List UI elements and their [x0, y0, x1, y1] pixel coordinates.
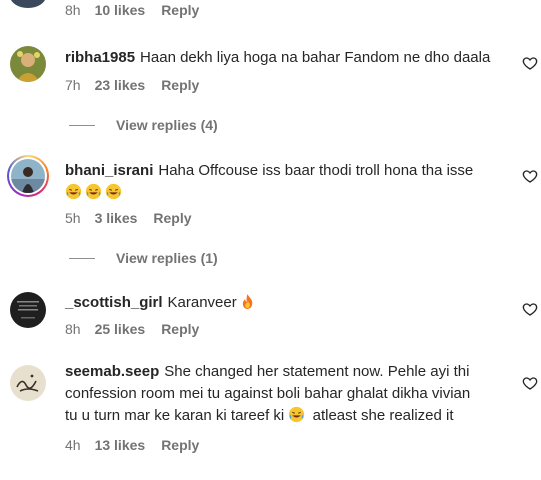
heart-outline-icon[interactable] — [522, 375, 538, 391]
view-replies-button[interactable]: View replies (1) — [69, 250, 218, 266]
comment-meta: 5h 3 likes Reply — [65, 210, 192, 226]
comment-time[interactable]: 4h — [65, 437, 81, 453]
avatar[interactable] — [10, 292, 46, 328]
comment-username[interactable]: seemab.seep — [65, 363, 159, 380]
heart-outline-icon[interactable] — [522, 301, 538, 317]
comment-likes[interactable]: 10 likes — [95, 2, 146, 18]
comment-time[interactable]: 8h — [65, 321, 81, 337]
comment-likes[interactable]: 25 likes — [95, 321, 146, 337]
reply-button[interactable]: Reply — [161, 77, 199, 93]
comment-meta: 8h 10 likes Reply — [65, 2, 199, 18]
comment-time[interactable]: 5h — [65, 210, 81, 226]
comment-body-line-3b: atleast she realized it — [312, 407, 454, 424]
comment-meta: 4h 13 likes Reply — [65, 437, 199, 453]
tears-of-joy-emoji — [105, 183, 122, 200]
comment-text: seemab.seep She changed her statement now… — [65, 361, 515, 427]
avatar[interactable] — [10, 0, 46, 8]
comment-likes[interactable]: 3 likes — [95, 210, 138, 226]
comment-body-line-1: She changed her statement now. Pehle ayi… — [164, 363, 470, 380]
comment-text: bhani_israni Haha Offcouse iss baar thodi… — [65, 160, 515, 204]
view-replies-label: View replies (4) — [116, 117, 218, 133]
heart-outline-icon[interactable] — [522, 55, 538, 71]
comment-item: 8h 10 likes Reply — [0, 0, 541, 18]
comment-text: _scottish_girl Karanveer — [65, 292, 515, 314]
heart-outline-icon[interactable] — [522, 168, 538, 184]
comment-username[interactable]: _scottish_girl — [65, 294, 163, 311]
comment-body: Haan dekh liya hoga na bahar Fandom ne d… — [140, 49, 491, 66]
view-replies-button[interactable]: View replies (4) — [69, 117, 218, 133]
divider-line — [69, 257, 95, 259]
tears-of-joy-emoji — [65, 183, 82, 200]
story-ring[interactable] — [7, 155, 49, 197]
comment-time[interactable]: 8h — [65, 2, 81, 18]
comment-likes[interactable]: 13 likes — [95, 437, 146, 453]
tears-of-joy-emoji — [85, 183, 102, 200]
avatar[interactable] — [10, 365, 46, 401]
reply-button[interactable]: Reply — [153, 210, 191, 226]
fire-emoji — [242, 294, 253, 309]
comment-text: ribha1985 Haan dekh liya hoga na bahar Fa… — [65, 47, 515, 69]
comment-username[interactable]: bhani_israni — [65, 162, 153, 179]
reply-button[interactable]: Reply — [161, 2, 199, 18]
comment-body-line-3a: tu u turn mar ke karan ki tareef ki — [65, 407, 285, 424]
comment-meta: 8h 25 likes Reply — [65, 321, 199, 337]
tears-of-joy-emoji — [289, 406, 305, 423]
comment-time[interactable]: 7h — [65, 77, 81, 93]
view-replies-label: View replies (1) — [116, 250, 218, 266]
avatar — [11, 159, 45, 193]
divider-line — [69, 124, 95, 126]
reply-button[interactable]: Reply — [161, 321, 199, 337]
comment-body-line-2: confession room mei tu against boli baha… — [65, 385, 471, 402]
reply-button[interactable]: Reply — [161, 437, 199, 453]
avatar[interactable] — [10, 46, 46, 82]
comment-meta: 7h 23 likes Reply — [65, 77, 199, 93]
comment-username[interactable]: ribha1985 — [65, 49, 135, 66]
comment-likes[interactable]: 23 likes — [95, 77, 146, 93]
comment-body: Karanveer — [167, 294, 237, 311]
emoji-row — [65, 183, 125, 201]
comment-body: Haha Offcouse iss baar thodi troll hona … — [158, 162, 474, 179]
